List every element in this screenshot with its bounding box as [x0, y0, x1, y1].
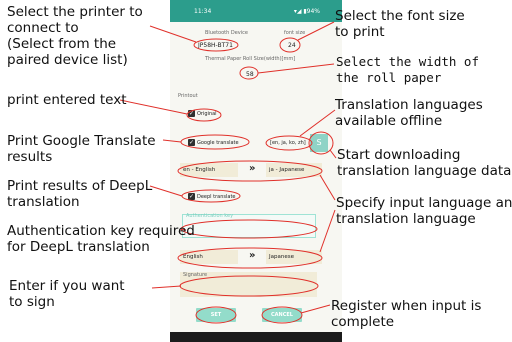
original-label: Original	[197, 111, 217, 117]
annotation-printer-text: Select the printer to connect to (Select…	[7, 4, 143, 68]
auth-key-label: Authentication key	[186, 213, 234, 219]
original-checkbox[interactable]: ✓	[188, 110, 195, 117]
annotation-register: Register when input is complete	[331, 298, 482, 330]
font-size-label: font size	[284, 30, 306, 36]
annotation-print-text: print entered text	[7, 92, 127, 108]
annotation-download: Start downloading translation language d…	[337, 147, 512, 179]
navigation-bar	[170, 332, 342, 342]
paper-width-select[interactable]: 58	[246, 71, 254, 78]
set-button[interactable]: SET	[196, 308, 236, 322]
download-language-button[interactable]: S	[310, 134, 328, 152]
deepl-label: Deepl translate	[197, 194, 236, 200]
printout-label: Printout	[178, 93, 198, 99]
status-icons: ▾◢ ▮94%	[293, 8, 320, 15]
google-source-language[interactable]: en - English	[180, 163, 238, 177]
paper-width-label: Thermal Paper Roll Size(width)[mm]	[205, 56, 296, 62]
deepl-checkbox[interactable]: ✓	[188, 193, 195, 200]
cancel-button[interactable]: CANCEL	[262, 308, 302, 322]
status-time: 11:34	[194, 8, 212, 15]
google-translate-checkbox[interactable]: ✓	[188, 139, 195, 146]
annotation-width: Select the width of the roll paper	[336, 54, 479, 85]
bluetooth-label: Bluetooth Device	[205, 30, 248, 36]
annotation-font: Select the font size to print	[335, 8, 465, 40]
google-translate-label: Google translate	[197, 140, 239, 146]
google-arrow-icon: »	[249, 163, 256, 174]
deepl-arrow-icon: »	[249, 250, 256, 261]
annotation-offline: Translation languages available offline	[335, 97, 483, 129]
signature-label: Signature	[183, 272, 208, 278]
bluetooth-device-select[interactable]: JP58H-BT71	[198, 42, 233, 49]
annotation-sign: Enter if you want to sign	[9, 278, 125, 310]
annotation-printer: Select the printer to connect to (Select…	[7, 4, 143, 68]
google-target-language[interactable]: ja - Japanese	[266, 163, 322, 177]
annotation-lang: Specify input language and translation l…	[336, 195, 512, 227]
annotation-google: Print Google Translate results	[7, 133, 156, 165]
offline-languages: [en, ja, ko, zh]	[270, 140, 306, 146]
annotation-deepl: Print results of DeepL translation	[7, 178, 153, 210]
font-size-select[interactable]: 24	[288, 42, 296, 49]
deepl-target-language[interactable]: Japanese	[266, 250, 322, 264]
annotation-auth: Authentication key required for DeepL tr…	[7, 223, 195, 255]
status-bar: 11:34 ▾◢ ▮94%	[170, 0, 342, 22]
